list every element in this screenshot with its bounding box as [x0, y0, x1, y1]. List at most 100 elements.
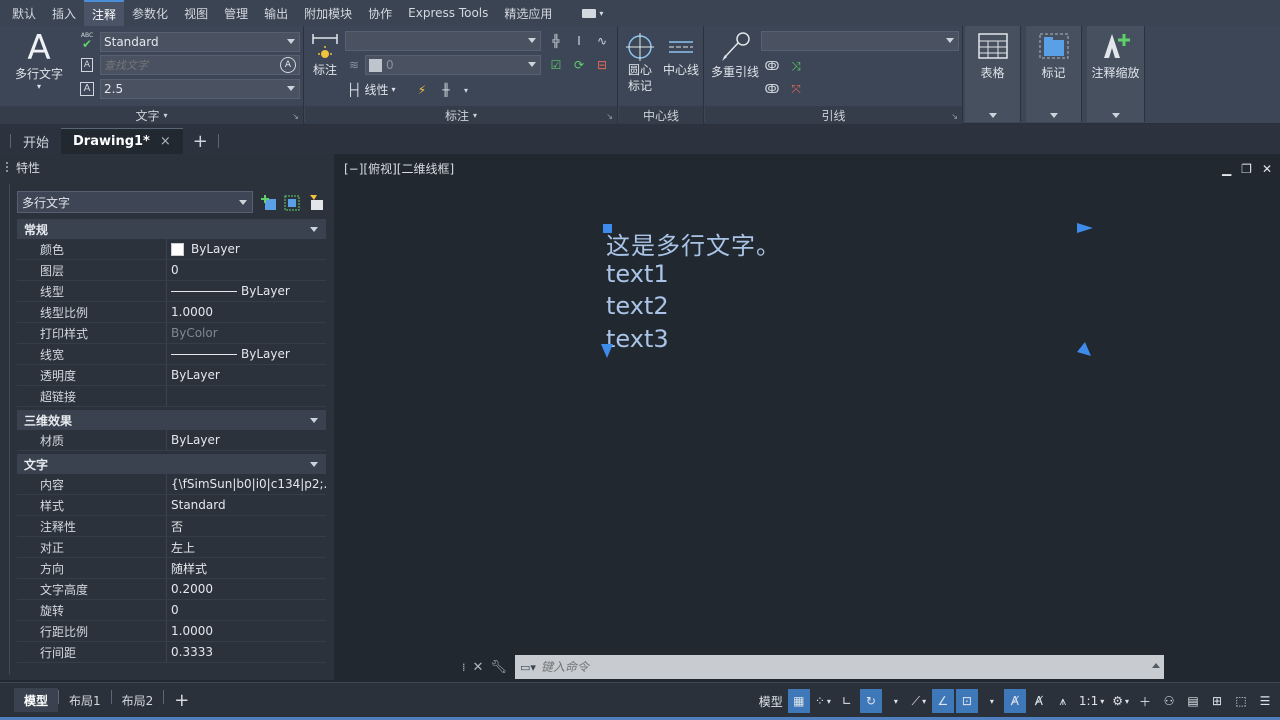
dim-space-icon[interactable]: Ⅰ	[570, 32, 588, 50]
mtext-line[interactable]: text1	[606, 260, 669, 288]
leaders-panel-title[interactable]: 引线 ↘	[705, 106, 962, 124]
object-snap-dropdown[interactable]: ▾	[980, 689, 1002, 713]
palette-side-strip[interactable]	[4, 184, 10, 674]
center-mark-button[interactable]: 圆心 标记	[621, 32, 659, 94]
prop-row-layer[interactable]: 图层 0	[17, 260, 326, 281]
quick-dim-icon[interactable]: ⚡	[413, 81, 431, 99]
remove-leader-icon[interactable]: ↂ	[763, 80, 781, 98]
auto-scale-icon[interactable]: Ⱥ	[1028, 689, 1050, 713]
markup-button[interactable]: 标记	[1026, 26, 1082, 122]
find-text-field[interactable]: A	[100, 55, 300, 75]
tab-layout1[interactable]: 布局1	[59, 688, 111, 712]
menu-tab-default[interactable]: 默认	[4, 0, 44, 26]
tab-drawing1[interactable]: Drawing1* ×	[61, 128, 183, 154]
height-grip-arrow[interactable]	[599, 342, 615, 360]
continue-dim-icon[interactable]: ╫	[437, 81, 455, 99]
grip-icon[interactable]: ⁞	[462, 661, 466, 674]
prop-row-annotative[interactable]: 注释性 否	[17, 516, 326, 537]
menu-tab-insert[interactable]: 插入	[44, 0, 84, 26]
dim-update-icon[interactable]: ⟳	[570, 56, 588, 74]
spell-check-icon[interactable]: ABC ✔	[78, 32, 96, 50]
prop-row-transparency[interactable]: 透明度 ByLayer	[17, 365, 326, 386]
prop-row-material[interactable]: 材质 ByLayer	[17, 430, 326, 451]
mtext-line[interactable]: 这是多行文字。	[606, 226, 781, 261]
menu-tab-featured-apps[interactable]: 精选应用	[496, 0, 560, 26]
object-type-select[interactable]: 多行文字	[17, 191, 253, 213]
prop-row-justify[interactable]: 对正 左上	[17, 537, 326, 558]
table-button[interactable]: 表格	[965, 26, 1021, 122]
multileader-button[interactable]: 多重引线	[707, 30, 763, 80]
annotation-monitor-icon[interactable]: ＋	[1134, 689, 1156, 713]
select-objects-icon[interactable]	[284, 195, 300, 211]
linear-dim-button[interactable]: ├┤ 线性 ▾	[347, 81, 395, 98]
dim-inspect-icon[interactable]: ☑	[547, 56, 565, 74]
annotation-scale-icon[interactable]: ⩚	[1052, 689, 1074, 713]
dim-style-select[interactable]	[345, 31, 541, 51]
mtext-line[interactable]: text3	[606, 325, 669, 353]
dim-break-icon[interactable]: ╬	[547, 32, 565, 50]
minimize-icon[interactable]: ▁	[1222, 162, 1231, 176]
prop-row-hyperlink[interactable]: 超链接	[17, 386, 326, 407]
restore-icon[interactable]: ❐	[1241, 162, 1252, 176]
new-layout-button[interactable]: +	[164, 688, 199, 712]
model-space-button[interactable]: 模型	[756, 689, 786, 713]
prop-row-lineweight[interactable]: 线宽 ByLayer	[17, 344, 326, 365]
category-text[interactable]: 文字	[17, 454, 326, 474]
mtext-button[interactable]: A 多行文字 ▾	[10, 30, 68, 92]
menu-tab-express-tools[interactable]: Express Tools	[400, 0, 496, 26]
tab-start[interactable]: 开始	[11, 128, 61, 154]
lock-ui-icon[interactable]: ⊞	[1206, 689, 1228, 713]
menu-tab-annotate[interactable]: 注释	[84, 0, 125, 26]
mtext-line[interactable]: text2	[606, 292, 669, 320]
clean-screen-icon[interactable]: ⬚	[1230, 689, 1252, 713]
prop-row-line-space-distance[interactable]: 行间距 0.3333	[17, 642, 326, 663]
workspace-gear-icon[interactable]: ⚙ ▾	[1109, 689, 1132, 713]
prop-row-color[interactable]: 颜色 ByLayer	[17, 239, 326, 260]
prop-row-plot-style[interactable]: 打印样式 ByColor	[17, 323, 326, 344]
ribbon-display-toggle[interactable]: ▾	[582, 0, 603, 26]
command-field[interactable]: ▭▾	[515, 655, 1164, 679]
wrench-icon[interactable]: 🔧︎	[490, 660, 507, 675]
align-leader-icon[interactable]: ⤨	[787, 57, 805, 75]
object-snap-tracking-icon[interactable]: ∠	[931, 689, 954, 713]
prop-row-rotation[interactable]: 旋转 0	[17, 600, 326, 621]
toggle-pickadd-icon[interactable]	[261, 195, 277, 211]
units-icon[interactable]: ⚇	[1158, 689, 1180, 713]
text-height-select[interactable]: 2.5	[100, 79, 300, 99]
ortho-icon[interactable]: ∟	[836, 689, 858, 713]
grip-icon[interactable]	[6, 162, 12, 172]
object-snap-icon[interactable]: ⊡	[955, 689, 978, 713]
quick-select-icon[interactable]	[308, 195, 324, 211]
add-leader-icon[interactable]: ↂ	[763, 57, 781, 75]
prop-row-contents[interactable]: 内容 {\fSimSun|b0|i0|c134|p2;...	[17, 474, 326, 495]
polar-tracking-icon[interactable]: ↻	[859, 689, 882, 713]
category-3d-effects[interactable]: 三维效果	[17, 410, 326, 430]
mleader-style-select[interactable]	[761, 31, 959, 51]
menu-tab-manage[interactable]: 管理	[216, 0, 256, 26]
dim-layer-select[interactable]: 0	[365, 55, 541, 75]
annotation-visibility-icon[interactable]: Ⱥ	[1003, 689, 1026, 713]
snap-icon[interactable]: ⁘ ▾	[812, 689, 834, 713]
menu-tab-addins[interactable]: 附加模块	[296, 0, 360, 26]
properties-title-bar[interactable]: 特性	[0, 154, 334, 180]
dialog-launcher-icon[interactable]: ↘	[606, 112, 613, 121]
centerline-button[interactable]: 中心线	[661, 32, 701, 78]
polar-tracking-dropdown[interactable]: ▾	[884, 689, 906, 713]
menu-tab-collaborate[interactable]: 协作	[360, 0, 400, 26]
annotation-scaling-button[interactable]: 注释缩放	[1087, 26, 1145, 122]
command-input[interactable]	[541, 660, 1101, 674]
prop-row-direction[interactable]: 方向 随样式	[17, 558, 326, 579]
customization-menu-icon[interactable]: ☰	[1254, 689, 1276, 713]
quick-properties-icon[interactable]: ▤	[1182, 689, 1204, 713]
dialog-launcher-icon[interactable]: ↘	[292, 112, 299, 121]
viewport-controls-label[interactable]: [−][俯视][二维线框]	[344, 160, 454, 177]
collect-leader-icon[interactable]: ⤧	[787, 80, 805, 98]
text-style-select[interactable]: Standard	[100, 32, 300, 52]
tab-layout2[interactable]: 布局2	[112, 688, 164, 712]
chevron-down-icon[interactable]: ▾	[457, 81, 475, 99]
close-icon[interactable]: ✕	[1262, 162, 1272, 176]
dim-jog-icon[interactable]: ∿	[593, 32, 611, 50]
prop-row-text-height[interactable]: 文字高度 0.2000	[17, 579, 326, 600]
width-grip-arrow[interactable]	[1075, 221, 1095, 235]
dialog-launcher-icon[interactable]: ↘	[951, 112, 958, 121]
